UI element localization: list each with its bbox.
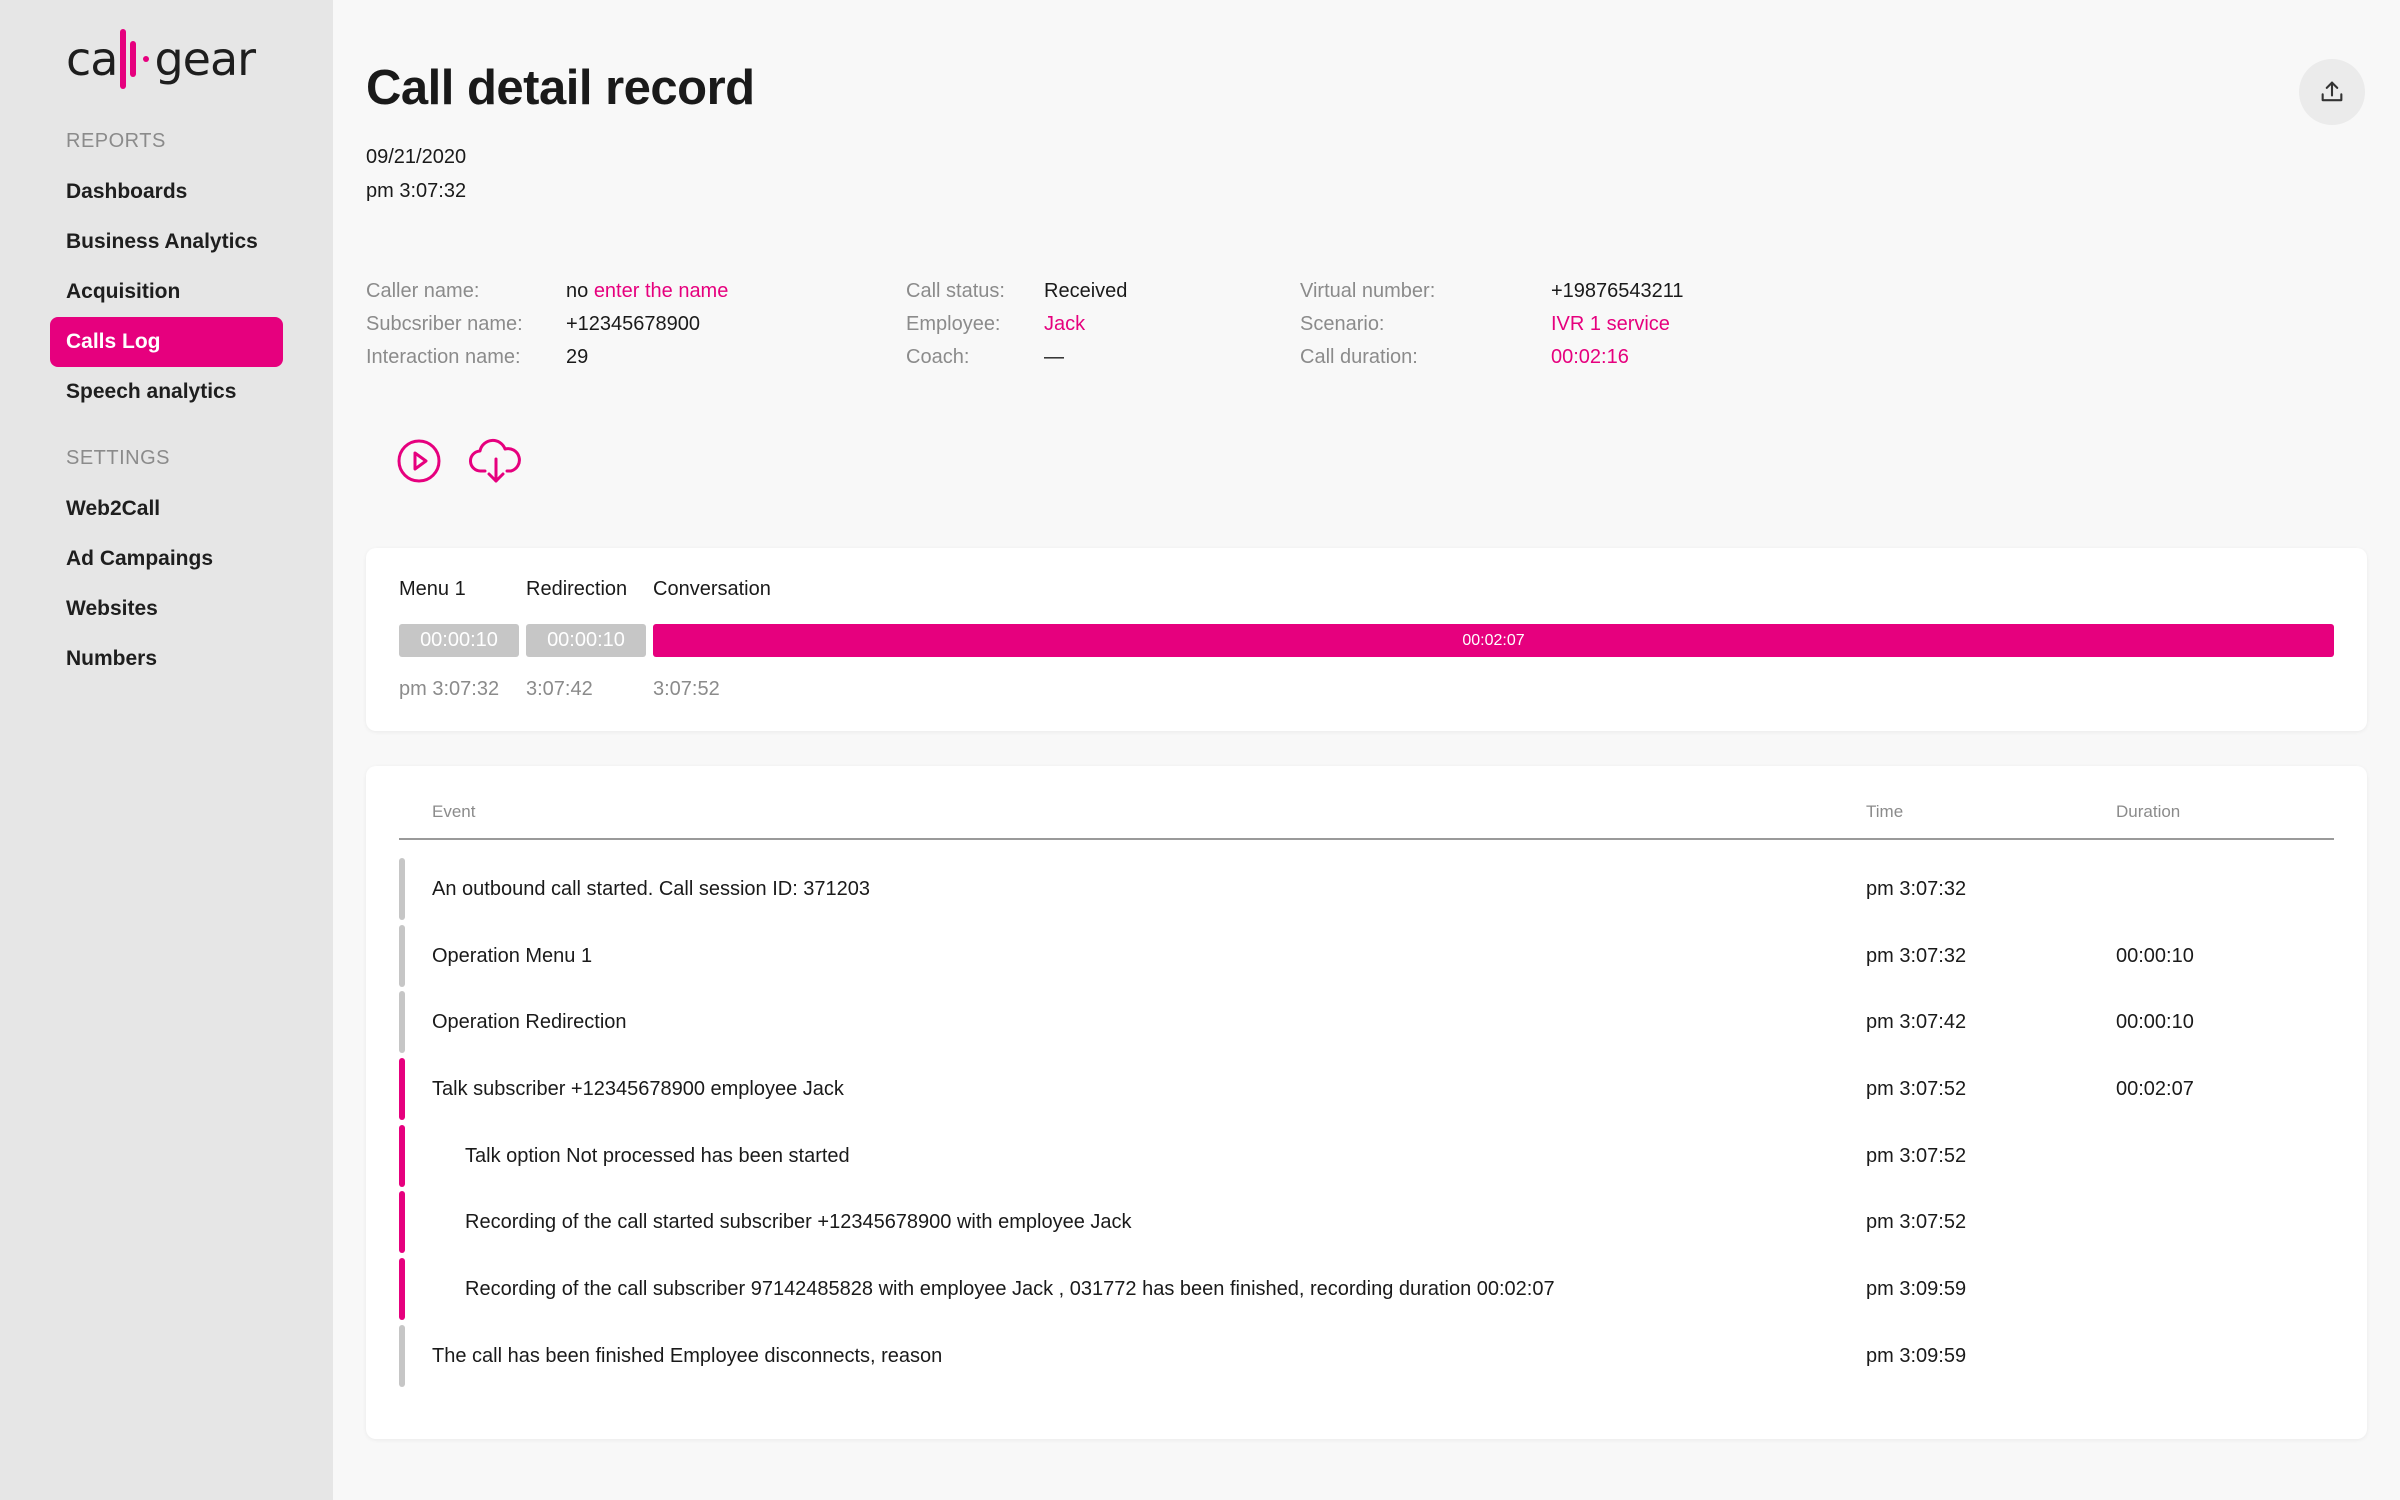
table-row: The call has been finished Employee disc…: [399, 1325, 2334, 1387]
row-marker: [399, 1191, 405, 1253]
event-duration: 00:00:10: [2116, 1011, 2194, 1033]
virtual-number-label: Virtual number:: [1300, 280, 1436, 302]
sidebar-item-speech-analytics[interactable]: Speech analytics: [50, 367, 283, 417]
virtual-number-value: +19876543211: [1551, 280, 1684, 302]
call-time: pm 3:07:32: [366, 180, 467, 202]
caller-name-value: no enter the name: [566, 280, 728, 303]
sidebar-item-calls-log[interactable]: Calls Log: [50, 317, 283, 367]
event-duration: 00:00:10: [2116, 945, 2194, 967]
event-time: pm 3:09:59: [1866, 1345, 1967, 1367]
call-duration-value: 00:02:16: [1551, 346, 1629, 368]
event-text: An outbound call started. Call session I…: [432, 878, 871, 900]
segment-start-menu-1: pm 3:07:32: [399, 678, 500, 700]
sidebar-item-dashboards[interactable]: Dashboards: [50, 167, 283, 217]
sidebar-item-web2call[interactable]: Web2Call: [50, 484, 283, 534]
sidebar-item-acquisition[interactable]: Acquisition: [50, 267, 283, 317]
segment-start-redirection: 3:07:42: [526, 678, 593, 700]
event-duration: 00:02:07: [2116, 1078, 2194, 1100]
segment-bar-menu-1: 00:00:10: [399, 624, 519, 657]
coach-value: —: [1044, 346, 1064, 368]
segment-label-conversation: Conversation: [653, 578, 771, 600]
row-marker: [399, 991, 405, 1053]
call-date: 09/21/2020: [366, 146, 467, 168]
event-text: Talk subscriber +12345678900 employee Ja…: [432, 1078, 844, 1100]
segment-bar-redirection: 00:00:10: [526, 624, 646, 657]
event-time: pm 3:07:32: [1866, 945, 1967, 967]
event-text: Talk option Not processed has been start…: [465, 1145, 850, 1167]
row-marker: [399, 1125, 405, 1187]
row-marker: [399, 858, 405, 920]
event-time: pm 3:07:42: [1866, 1011, 1967, 1033]
logo-text-right: gear: [154, 32, 256, 86]
play-recording-button[interactable]: [391, 433, 447, 489]
event-text: Operation Menu 1: [432, 945, 593, 967]
table-row: Operation Redirection pm 3:07:42 00:00:1…: [399, 991, 2334, 1053]
logo-bars-icon: [120, 29, 137, 89]
segment-label-redirection: Redirection: [526, 578, 628, 600]
event-text: The call has been finished Employee disc…: [432, 1345, 943, 1367]
event-text: Recording of the call started subscriber…: [465, 1211, 1132, 1233]
column-header-event: Event: [432, 802, 476, 821]
logo-text-left: ca: [66, 32, 118, 86]
table-row: Recording of the call started subscriber…: [399, 1191, 2334, 1253]
event-time: pm 3:07:52: [1866, 1145, 1967, 1167]
settings-section-label: SETTINGS: [66, 447, 171, 469]
enter-name-link[interactable]: enter the name: [594, 280, 729, 302]
row-marker: [399, 1258, 405, 1320]
callgear-logo[interactable]: ca gear: [66, 28, 256, 90]
upload-icon: [2321, 81, 2343, 102]
sidebar: ca gear REPORTS Dashboards Business Anal…: [0, 0, 333, 1500]
table-row: An outbound call started. Call session I…: [399, 858, 2334, 920]
caller-name-prefix: no: [566, 280, 589, 302]
sidebar-item-ad-campaings[interactable]: Ad Campaings: [50, 534, 283, 584]
event-text: Recording of the call subscriber 9714248…: [465, 1278, 1555, 1300]
call-status-label: Call status:: [906, 280, 1005, 302]
interaction-name-label: Interaction name:: [366, 346, 521, 368]
play-circle-icon: [397, 439, 441, 483]
employee-link[interactable]: Jack: [1044, 313, 1085, 336]
caller-name-label: Caller name:: [366, 280, 480, 302]
logo-dot-icon: [143, 56, 150, 62]
employee-label: Employee:: [906, 313, 1001, 335]
cloud-download-icon: [469, 438, 521, 483]
interaction-name-value: 29: [566, 346, 589, 368]
table-header-divider: [399, 838, 2334, 840]
segment-start-conversation: 3:07:52: [653, 678, 720, 700]
table-row: Recording of the call subscriber 9714248…: [399, 1258, 2334, 1320]
scenario-label: Scenario:: [1300, 313, 1385, 335]
sidebar-item-numbers[interactable]: Numbers: [50, 634, 283, 684]
table-row: Operation Menu 1 pm 3:07:32 00:00:10: [399, 925, 2334, 987]
row-marker: [399, 925, 405, 987]
sidebar-item-websites[interactable]: Websites: [50, 584, 283, 634]
column-header-time: Time: [1866, 802, 1904, 821]
call-duration-label: Call duration:: [1300, 346, 1418, 368]
download-recording-button[interactable]: [468, 433, 524, 489]
subscriber-name-label: Subcsriber name:: [366, 313, 523, 335]
call-status-value: Received: [1044, 280, 1128, 302]
segment-label-menu-1: Menu 1: [399, 578, 466, 600]
timeline-card: Menu 1 Redirection Conversation 00:00:10…: [366, 548, 2367, 731]
reports-section-label: REPORTS: [66, 130, 166, 152]
row-marker: [399, 1058, 405, 1120]
table-row: Talk option Not processed has been start…: [399, 1125, 2334, 1187]
event-text: Operation Redirection: [432, 1011, 627, 1033]
events-table: Event Time Duration An outbound call sta…: [366, 766, 2367, 1439]
sidebar-item-business-analytics[interactable]: Business Analytics: [50, 217, 283, 267]
table-row: Talk subscriber +12345678900 employee Ja…: [399, 1058, 2334, 1120]
coach-label: Coach:: [906, 346, 970, 368]
row-marker: [399, 1325, 405, 1387]
event-time: pm 3:07:32: [1866, 878, 1967, 900]
segment-bar-conversation: 00:02:07: [653, 624, 2334, 657]
event-time: pm 3:07:52: [1866, 1078, 1967, 1100]
export-button[interactable]: [2299, 59, 2365, 125]
subscriber-name-value: +12345678900: [566, 313, 701, 335]
page-title: Call detail record: [366, 61, 755, 115]
event-time: pm 3:07:52: [1866, 1211, 1967, 1233]
scenario-link[interactable]: IVR 1 service: [1551, 313, 1670, 336]
event-time: pm 3:09:59: [1866, 1278, 1967, 1300]
column-header-duration: Duration: [2116, 802, 2181, 821]
